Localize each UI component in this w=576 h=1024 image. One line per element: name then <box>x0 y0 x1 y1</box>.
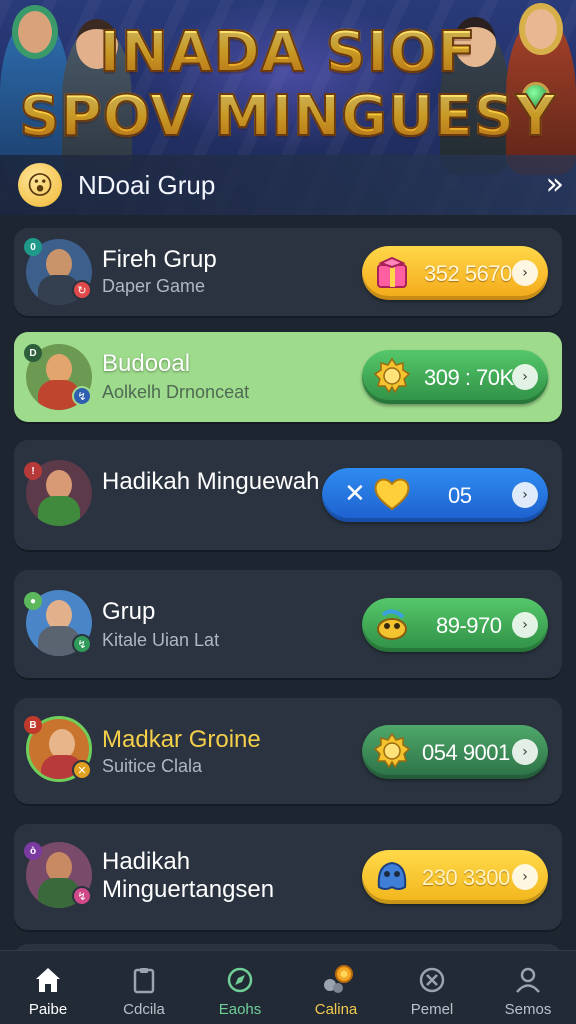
gold-medal-icon <box>372 731 412 771</box>
group-title: NDoai Grup <box>78 169 216 200</box>
group-header[interactable]: 😮 NDoai Grup » <box>0 155 576 215</box>
profile-icon <box>510 963 546 997</box>
item-title: Grup <box>102 598 156 625</box>
nav-profile[interactable]: Semos <box>480 951 576 1024</box>
close-icon: ✕ <box>344 479 366 509</box>
item-subtitle: Kitale Uian Lat <box>102 630 220 650</box>
value-button[interactable]: ✕ 05 › <box>322 468 548 522</box>
value-button[interactable]: 054 9001 › <box>362 725 548 779</box>
nav-home[interactable]: Paibe <box>0 951 96 1024</box>
chevron-right-icon: › <box>512 364 538 390</box>
double-chevron-right-icon[interactable]: » <box>546 167 565 202</box>
avatar-badge-bottom: ↯ <box>72 634 92 654</box>
nav-label: Eaohs <box>218 1001 262 1018</box>
nav-cancel[interactable]: Pemel <box>384 951 480 1024</box>
item-title: Budooal <box>102 350 191 377</box>
avatar-badge-top: 0 <box>24 238 42 256</box>
nav-label: Semos <box>504 1001 552 1018</box>
chevron-right-icon: › <box>512 739 538 765</box>
value-button[interactable]: 230 3300 › <box>362 850 548 904</box>
gold-medal-icon <box>372 356 412 396</box>
avatar-badge-bottom: ↻ <box>72 280 92 300</box>
surprised-face-icon: 😮 <box>18 163 62 207</box>
nav-label: Calina <box>314 1001 358 1018</box>
coins-icon <box>318 963 354 997</box>
list-item[interactable]: 0 ↻ Fireh Grup Daper Game 352 5670 › <box>14 228 562 316</box>
item-value: 230 3300 <box>422 865 510 890</box>
avatar-badge-bottom: ↯ <box>72 886 92 906</box>
item-value: 309 : 70K <box>424 365 514 390</box>
blue-monster-icon <box>372 856 412 896</box>
avatar-badge-top: D <box>24 344 42 362</box>
cancel-circle-icon <box>414 963 450 997</box>
list-item-selected[interactable]: D ↯ Budooal Aolkelh Drnonceat 309 : 70K … <box>14 332 562 422</box>
item-value: 89-970 <box>436 613 502 638</box>
avatar-badge-top: ● <box>24 592 42 610</box>
item-value: 054 9001 <box>422 740 510 765</box>
item-value: 352 5670 <box>424 261 512 286</box>
value-button[interactable]: 352 5670 › <box>362 246 548 300</box>
item-subtitle: Aolkelh Drnonceat <box>102 382 250 402</box>
item-value: 05 <box>448 483 472 508</box>
item-title: Madkar Groine <box>102 726 261 753</box>
nav-coins[interactable]: Calina <box>288 951 384 1024</box>
hero-title-line2: SPOV MINGUESY <box>0 83 576 150</box>
list-item[interactable]: ! Hadikah Minguewah ✕ 05 › <box>14 440 562 550</box>
item-title: Hadikah Minguertangsen <box>102 848 275 903</box>
nav-label: Pemel <box>410 1001 454 1018</box>
compass-icon <box>222 963 258 997</box>
item-title: Hadikah Minguewah <box>102 468 320 495</box>
avatar-badge-top: ! <box>24 462 42 480</box>
chevron-right-icon: › <box>512 482 538 508</box>
avatar-badge-bottom: ✕ <box>72 760 92 780</box>
value-button[interactable]: 89-970 › <box>362 598 548 652</box>
gift-box-icon <box>372 252 412 292</box>
item-subtitle: Suitice Clala <box>102 756 203 776</box>
avatar-badge-bottom: ↯ <box>72 386 92 406</box>
home-icon <box>30 963 66 997</box>
chevron-right-icon: › <box>512 612 538 638</box>
hero-title-line1: INADA SIOF <box>0 19 576 86</box>
clipboard-icon <box>126 963 162 997</box>
item-subtitle: Daper Game <box>102 276 206 296</box>
value-button[interactable]: 309 : 70K › <box>362 350 548 404</box>
avatar-badge-top: B <box>24 716 42 734</box>
bottom-nav: Paibe Cdcila Eaohs Calina Pemel Semos <box>0 950 576 1024</box>
list-item[interactable]: B ✕ Madkar Groine Suitice Clala 054 9001… <box>14 698 562 804</box>
list-item[interactable]: ò ↯ Hadikah Minguertangsen 230 3300 › <box>14 824 562 930</box>
heart-icon <box>372 474 412 514</box>
nav-label: Paibe <box>28 1001 68 1018</box>
nav-compass[interactable]: Eaohs <box>192 951 288 1024</box>
nav-clipboard[interactable]: Cdcila <box>96 951 192 1024</box>
avatar-badge-top: ò <box>24 842 42 860</box>
chevron-right-icon: › <box>512 260 538 286</box>
chevron-right-icon: › <box>512 864 538 890</box>
nav-label: Cdcila <box>123 1001 165 1018</box>
creature-icon <box>372 604 412 644</box>
hero-banner: INADA SIOF SPOV MINGUESY 😮 NDoai Grup » <box>0 0 576 215</box>
item-title: Fireh Grup <box>102 246 217 273</box>
list-item[interactable]: ● ↯ Grup Kitale Uian Lat 89-970 › <box>14 570 562 678</box>
